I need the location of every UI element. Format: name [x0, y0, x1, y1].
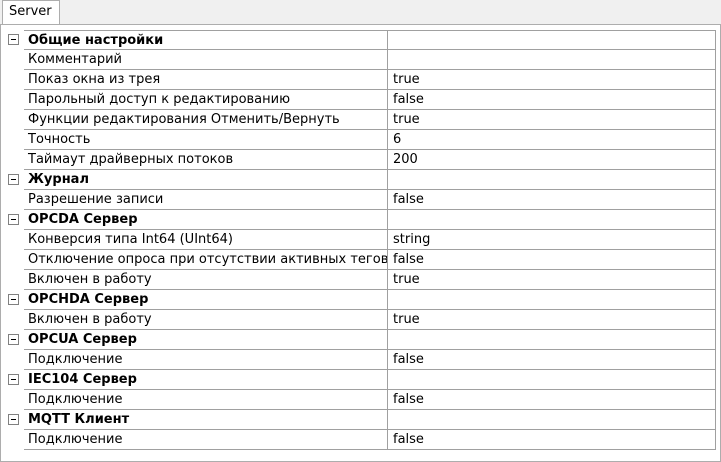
category-title: Общие настройки	[24, 30, 388, 50]
row-gutter	[5, 70, 24, 90]
category-title: MQTT Клиент	[24, 410, 388, 430]
row-gutter	[5, 110, 24, 130]
property-name[interactable]: Включен в работу	[24, 270, 388, 290]
property-value[interactable]: 6	[388, 130, 716, 150]
row-gutter	[5, 190, 24, 210]
category-title: OPCHDA Сервер	[24, 290, 388, 310]
property-value[interactable]: true	[388, 70, 716, 90]
property-grid-pane: Общие настройки Комментарий Показ окна из …	[0, 24, 721, 462]
category-value-cell	[388, 290, 716, 310]
property-name[interactable]: Таймаут драйверных потоков	[24, 150, 388, 170]
row-gutter	[5, 50, 24, 70]
category-row[interactable]: OPCDA Сервер	[5, 210, 716, 230]
property-value[interactable]: string	[388, 230, 716, 250]
category-row[interactable]: OPCHDA Сервер	[5, 290, 716, 310]
collapse-minus-icon[interactable]	[8, 34, 19, 45]
property-name[interactable]: Показ окна из трея	[24, 70, 388, 90]
property-row[interactable]: Парольный доступ к редактированию false	[5, 90, 716, 110]
property-value[interactable]: true	[388, 110, 716, 130]
property-row[interactable]: Разрешение записи false	[5, 190, 716, 210]
category-value-cell	[388, 210, 716, 230]
row-gutter	[5, 210, 24, 230]
category-value-cell	[388, 30, 716, 50]
row-gutter	[5, 30, 24, 50]
collapse-minus-icon[interactable]	[8, 214, 19, 225]
row-gutter	[5, 330, 24, 350]
property-name[interactable]: Функции редактирования Отменить/Вернуть	[24, 110, 388, 130]
property-value[interactable]: false	[388, 430, 716, 450]
property-name[interactable]: Отключение опроса при отсутствии активны…	[24, 250, 388, 270]
category-row[interactable]: Журнал	[5, 170, 716, 190]
property-value[interactable]	[388, 50, 716, 70]
category-title: IEC104 Сервер	[24, 370, 388, 390]
row-gutter	[5, 350, 24, 370]
property-name[interactable]: Разрешение записи	[24, 190, 388, 210]
row-gutter	[5, 390, 24, 410]
category-row[interactable]: Общие настройки	[5, 30, 716, 50]
collapse-minus-icon[interactable]	[8, 374, 19, 385]
property-row[interactable]: Включен в работу true	[5, 310, 716, 330]
category-title: OPCUA Сервер	[24, 330, 388, 350]
row-gutter	[5, 410, 24, 430]
category-row[interactable]: OPCUA Сервер	[5, 330, 716, 350]
property-row[interactable]: Точность 6	[5, 130, 716, 150]
collapse-minus-icon[interactable]	[8, 414, 19, 425]
property-name[interactable]: Включен в работу	[24, 310, 388, 330]
property-value[interactable]: false	[388, 190, 716, 210]
row-gutter	[5, 250, 24, 270]
category-value-cell	[388, 410, 716, 430]
collapse-minus-icon[interactable]	[8, 174, 19, 185]
category-title: Журнал	[24, 170, 388, 190]
property-row[interactable]: Конверсия типа Int64 (UInt64) string	[5, 230, 716, 250]
property-value[interactable]: true	[388, 270, 716, 290]
property-row[interactable]: Отключение опроса при отсутствии активны…	[5, 250, 716, 270]
row-gutter	[5, 370, 24, 390]
property-value[interactable]: false	[388, 250, 716, 270]
property-row[interactable]: Подключение false	[5, 390, 716, 410]
property-name[interactable]: Комментарий	[24, 50, 388, 70]
property-value[interactable]: false	[388, 90, 716, 110]
row-gutter	[5, 270, 24, 290]
property-name[interactable]: Подключение	[24, 390, 388, 410]
category-row[interactable]: IEC104 Сервер	[5, 370, 716, 390]
property-name[interactable]: Подключение	[24, 350, 388, 370]
property-row[interactable]: Таймаут драйверных потоков 200	[5, 150, 716, 170]
row-gutter	[5, 90, 24, 110]
property-row[interactable]: Подключение false	[5, 430, 716, 450]
property-value[interactable]: 200	[388, 150, 716, 170]
property-name[interactable]: Точность	[24, 130, 388, 150]
row-gutter	[5, 130, 24, 150]
row-gutter	[5, 150, 24, 170]
property-grid: Общие настройки Комментарий Показ окна из …	[5, 30, 716, 450]
row-gutter	[5, 430, 24, 450]
collapse-minus-icon[interactable]	[8, 294, 19, 305]
row-gutter	[5, 310, 24, 330]
row-gutter	[5, 170, 24, 190]
property-value[interactable]: false	[388, 390, 716, 410]
property-row[interactable]: Функции редактирования Отменить/Вернуть t…	[5, 110, 716, 130]
category-title: OPCDA Сервер	[24, 210, 388, 230]
property-name[interactable]: Конверсия типа Int64 (UInt64)	[24, 230, 388, 250]
collapse-minus-icon[interactable]	[8, 334, 19, 345]
category-value-cell	[388, 330, 716, 350]
property-name[interactable]: Парольный доступ к редактированию	[24, 90, 388, 110]
property-value[interactable]: true	[388, 310, 716, 330]
property-name[interactable]: Подключение	[24, 430, 388, 450]
property-value[interactable]: false	[388, 350, 716, 370]
row-gutter	[5, 230, 24, 250]
property-row[interactable]: Комментарий	[5, 50, 716, 70]
category-value-cell	[388, 370, 716, 390]
category-value-cell	[388, 170, 716, 190]
property-row[interactable]: Подключение false	[5, 350, 716, 370]
row-gutter	[5, 290, 24, 310]
property-row[interactable]: Включен в работу true	[5, 270, 716, 290]
tab-server[interactable]: Server	[2, 0, 60, 24]
category-row[interactable]: MQTT Клиент	[5, 410, 716, 430]
property-row[interactable]: Показ окна из трея true	[5, 70, 716, 90]
